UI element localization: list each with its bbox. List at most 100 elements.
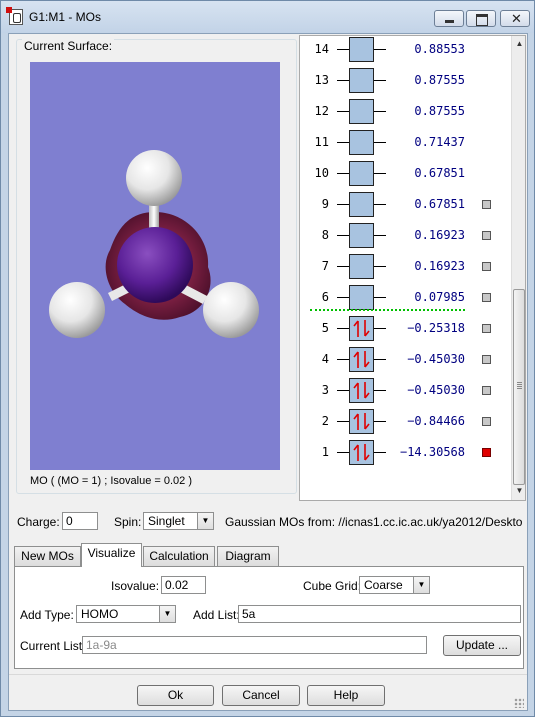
- ok-button[interactable]: Ok: [137, 685, 214, 706]
- dialog-button-bar: Ok Cancel Help: [9, 674, 527, 711]
- empty-orbital-box[interactable]: [349, 99, 374, 124]
- title-bar[interactable]: G1:M1 - MOs ✕: [1, 1, 534, 33]
- orbital-number: 8: [321, 228, 329, 242]
- orbital-energy: 0.71437: [414, 135, 465, 149]
- charge-label: Charge:: [17, 515, 60, 529]
- level-line: [337, 111, 349, 112]
- orbital-level-row[interactable]: 8 0.16923: [300, 220, 510, 251]
- hydrogen-atom-top: [126, 150, 182, 206]
- empty-orbital-box[interactable]: [349, 130, 374, 155]
- empty-orbital-box[interactable]: [349, 68, 374, 93]
- cube-grid-select[interactable]: Coarse ▼: [359, 576, 430, 594]
- orbital-energy: 0.16923: [414, 228, 465, 242]
- current-list-label: Current List:: [20, 639, 86, 653]
- maximize-button[interactable]: [466, 10, 496, 27]
- close-button[interactable]: ✕: [500, 10, 530, 27]
- tab-calculation[interactable]: Calculation: [143, 546, 215, 566]
- orbital-level-row[interactable]: 10 0.67851: [300, 158, 510, 189]
- orbital-select-marker[interactable]: [482, 293, 491, 302]
- resize-grip-icon[interactable]: [514, 698, 524, 708]
- orbital-level-row[interactable]: 1 −14.30568: [300, 437, 510, 468]
- empty-orbital-box[interactable]: [349, 161, 374, 186]
- scroll-up-icon[interactable]: ▲: [514, 38, 525, 50]
- empty-orbital-box[interactable]: [349, 192, 374, 217]
- close-icon: ✕: [511, 11, 522, 26]
- molecule-settings-row: Charge: Spin: Singlet ▼ Gaussian MOs fro…: [17, 512, 522, 534]
- spin-label: Spin:: [114, 515, 142, 529]
- orbital-select-marker[interactable]: [482, 200, 491, 209]
- cancel-button[interactable]: Cancel: [222, 685, 300, 706]
- orbital-energy: −14.30568: [399, 445, 465, 459]
- spin-select[interactable]: Singlet ▼: [143, 512, 214, 530]
- empty-orbital-box[interactable]: [349, 223, 374, 248]
- orbital-select-marker[interactable]: [482, 324, 491, 333]
- help-button[interactable]: Help: [307, 685, 385, 706]
- empty-orbital-box[interactable]: [349, 285, 374, 310]
- minimize-button[interactable]: [434, 10, 464, 27]
- orbital-level-row[interactable]: 9 0.67851: [300, 189, 510, 220]
- add-type-label: Add Type:: [20, 608, 74, 622]
- tab-diagram[interactable]: Diagram: [217, 546, 279, 566]
- orbital-energy: 0.07985: [414, 290, 465, 304]
- orbital-select-marker-active[interactable]: [482, 448, 491, 457]
- orbital-level-row[interactable]: 2 −0.84466: [300, 406, 510, 437]
- occupied-orbital-box[interactable]: [349, 378, 374, 403]
- empty-orbital-box[interactable]: [349, 254, 374, 279]
- current-surface-label: Current Surface:: [22, 39, 115, 53]
- orbital-energy: −0.25318: [407, 321, 465, 335]
- orbital-level-row[interactable]: 12 0.87555: [300, 96, 510, 127]
- scroll-down-icon[interactable]: ▼: [514, 485, 525, 497]
- orbital-number: 13: [314, 73, 329, 87]
- orbital-select-marker[interactable]: [482, 231, 491, 240]
- isovalue-input[interactable]: [161, 576, 206, 594]
- level-line: [337, 421, 349, 422]
- orbital-number: 7: [321, 259, 329, 273]
- level-line: [374, 80, 386, 81]
- hydrogen-atom-left: [49, 282, 105, 338]
- orbital-level-row[interactable]: 7 0.16923: [300, 251, 510, 282]
- level-line: [337, 142, 349, 143]
- add-list-input[interactable]: [238, 605, 521, 623]
- orbital-level-row[interactable]: 13 0.87555: [300, 65, 510, 96]
- scrollbar-thumb[interactable]: [513, 289, 525, 485]
- orbital-level-row[interactable]: 4 −0.45030: [300, 344, 510, 375]
- window-title: G1:M1 - MOs: [29, 10, 102, 24]
- orbital-level-row[interactable]: 5 −0.25318: [300, 313, 510, 344]
- level-line: [374, 328, 386, 329]
- orbital-number: 10: [314, 166, 329, 180]
- occupied-orbital-box[interactable]: [349, 347, 374, 372]
- orbital-number: 12: [314, 104, 329, 118]
- orbital-select-marker[interactable]: [482, 262, 491, 271]
- occupied-orbital-box[interactable]: [349, 409, 374, 434]
- molecule-viewport[interactable]: [30, 62, 280, 470]
- occupied-orbital-box[interactable]: [349, 440, 374, 465]
- orbital-level-row[interactable]: 3 −0.45030: [300, 375, 510, 406]
- empty-orbital-box[interactable]: [349, 37, 374, 62]
- spin-value: Singlet: [148, 514, 185, 528]
- add-type-select[interactable]: HOMO ▼: [76, 605, 176, 623]
- orbital-diagram-panel[interactable]: 14 0.88553 13 0.87555 12 0.87555 11 0.71437 10 0.…: [299, 35, 526, 501]
- orbital-level-row[interactable]: 11 0.71437: [300, 127, 510, 158]
- orbital-energy: −0.45030: [407, 383, 465, 397]
- orbital-select-marker[interactable]: [482, 355, 491, 364]
- tab-strip: New MOs Visualize Calculation Diagram: [14, 543, 524, 567]
- vertical-scrollbar[interactable]: ▲ ▼: [511, 36, 525, 500]
- level-line: [337, 173, 349, 174]
- orbital-select-marker[interactable]: [482, 417, 491, 426]
- tab-visualize[interactable]: Visualize: [81, 543, 142, 567]
- orbital-energy: −0.84466: [407, 414, 465, 428]
- chevron-down-icon: ▼: [197, 513, 213, 529]
- orbital-level-row[interactable]: 14 0.88553: [300, 36, 510, 65]
- orbital-energy: 0.88553: [414, 42, 465, 56]
- nitrogen-atom: [117, 227, 193, 303]
- level-line: [374, 142, 386, 143]
- update-button[interactable]: Update ...: [443, 635, 521, 656]
- app-icon: [6, 7, 23, 25]
- tab-new-mos[interactable]: New MOs: [14, 546, 81, 566]
- level-line: [374, 297, 386, 298]
- orbital-select-marker[interactable]: [482, 386, 491, 395]
- level-line: [337, 328, 349, 329]
- occupied-orbital-box[interactable]: [349, 316, 374, 341]
- charge-input[interactable]: [62, 512, 98, 530]
- level-line: [374, 390, 386, 391]
